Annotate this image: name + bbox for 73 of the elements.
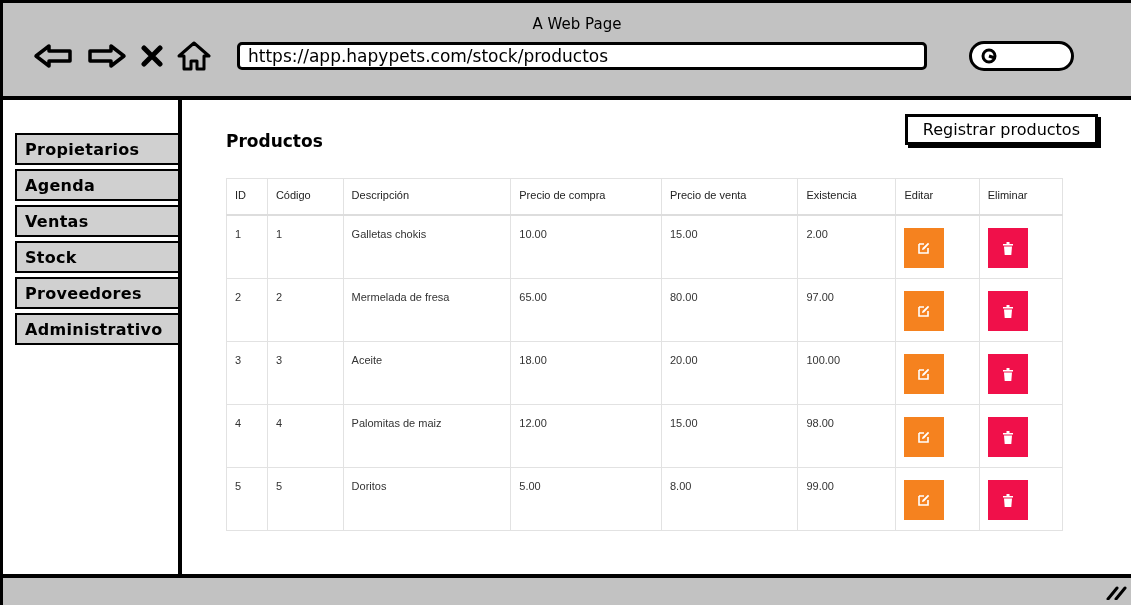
edit-button[interactable]	[904, 354, 945, 394]
table-cell: 5.00	[510, 467, 662, 531]
table-cell: 2	[226, 278, 268, 342]
table-cell: 1	[267, 215, 344, 279]
column-header: ID	[226, 178, 268, 215]
edit-icon	[918, 494, 931, 506]
sidebar-item[interactable]: Agenda	[15, 169, 178, 201]
table-cell: 98.00	[797, 404, 896, 468]
forward-icon[interactable]	[87, 43, 127, 69]
column-header: Precio de compra	[510, 178, 662, 215]
close-icon[interactable]	[141, 45, 163, 67]
table-cell: 97.00	[797, 278, 896, 342]
trash-icon	[1002, 493, 1013, 507]
table-cell: Mermelada de fresa	[343, 278, 511, 342]
register-button[interactable]: Registrar productos	[904, 114, 1098, 145]
edit-icon	[918, 368, 931, 380]
home-icon[interactable]	[177, 41, 211, 71]
column-header: Código	[267, 178, 344, 215]
column-header: Descripción	[343, 178, 511, 215]
back-icon[interactable]	[33, 43, 73, 69]
table-cell: 3	[267, 341, 344, 405]
table-cell: 5	[267, 467, 344, 531]
trash-icon	[1002, 367, 1013, 381]
trash-icon	[1002, 241, 1013, 255]
table-cell: 12.00	[510, 404, 662, 468]
table-cell: 100.00	[797, 341, 896, 405]
trash-icon	[1002, 304, 1013, 318]
sidebar-item[interactable]: Stock	[15, 241, 178, 273]
search-field[interactable]	[969, 41, 1074, 71]
edit-button[interactable]	[904, 291, 945, 331]
column-header: Eliminar	[979, 178, 1063, 215]
table-cell: 15.00	[661, 404, 798, 468]
table-cell: Doritos	[343, 467, 511, 531]
table-cell: 20.00	[661, 341, 798, 405]
edit-icon	[918, 242, 931, 254]
table-cell: 99.00	[797, 467, 896, 531]
page-title: Productos	[226, 131, 323, 151]
edit-button[interactable]	[904, 480, 945, 520]
column-header: Existencia	[797, 178, 896, 215]
sidebar-item[interactable]: Administrativo	[15, 313, 178, 345]
sidebar-item[interactable]: Propietarios	[15, 133, 178, 165]
delete-button[interactable]	[987, 417, 1028, 457]
table-cell: 65.00	[510, 278, 662, 342]
delete-button[interactable]	[987, 291, 1028, 331]
table-cell: 2.00	[797, 215, 896, 279]
address-field[interactable]: https://app.hapypets.com/stock/productos	[237, 42, 927, 70]
table-cell: 15.00	[661, 215, 798, 279]
edit-button[interactable]	[904, 228, 945, 268]
table-cell: 18.00	[510, 341, 662, 405]
table-cell: 4	[226, 404, 268, 468]
table-cell: 80.00	[661, 278, 798, 342]
column-header: Precio de venta	[661, 178, 798, 215]
table-cell: 8.00	[661, 467, 798, 531]
edit-icon	[918, 305, 931, 317]
table-cell: Aceite	[343, 341, 511, 405]
table-cell: Galletas chokis	[343, 215, 511, 279]
table-cell: 10.00	[510, 215, 662, 279]
sidebar-item[interactable]: Proveedores	[15, 277, 178, 309]
window-title: A Web Page	[531, 15, 623, 33]
edit-icon	[918, 431, 931, 443]
table-cell: 4	[267, 404, 344, 468]
sidebar-item[interactable]: Ventas	[15, 205, 178, 237]
edit-button[interactable]	[904, 417, 945, 457]
trash-icon	[1002, 430, 1013, 444]
table-cell: 3	[226, 341, 268, 405]
table-cell: 5	[226, 467, 268, 531]
delete-button[interactable]	[987, 354, 1028, 394]
table-cell: 2	[267, 278, 344, 342]
delete-button[interactable]	[987, 228, 1028, 268]
delete-button[interactable]	[987, 480, 1028, 520]
column-header: Editar	[895, 178, 980, 215]
table-cell: 1	[226, 215, 268, 279]
table-cell: Palomitas de maiz	[343, 404, 511, 468]
